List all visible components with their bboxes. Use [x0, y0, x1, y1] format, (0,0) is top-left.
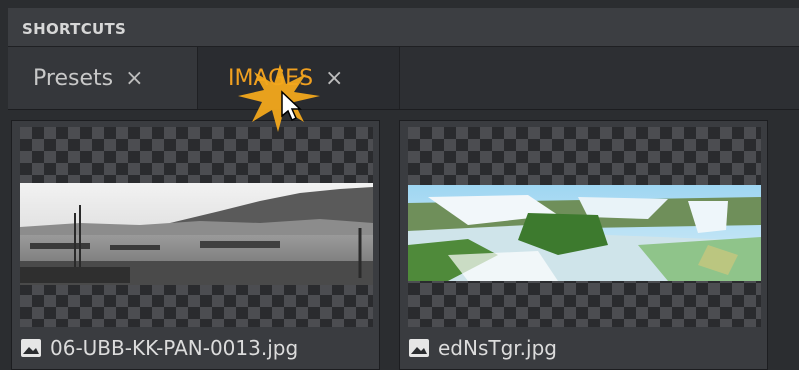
panel-title: SHORTCUTS: [22, 20, 127, 38]
image-caption: 06-UBB-KK-PAN-0013.jpg: [20, 333, 298, 363]
close-icon[interactable]: ×: [325, 66, 343, 91]
image-card[interactable]: edNsTgr.jpg: [399, 120, 768, 370]
image-filename: edNsTgr.jpg: [438, 336, 557, 360]
image-thumbnail[interactable]: [20, 127, 373, 327]
close-icon[interactable]: ×: [125, 66, 143, 91]
tab-images-label: IMAGES: [228, 65, 314, 91]
tab-bar: Presets × IMAGES ×: [8, 47, 799, 110]
image-icon: [20, 338, 42, 358]
waterfall-photo: [408, 185, 761, 281]
tab-presets[interactable]: Presets ×: [8, 47, 198, 109]
image-caption: edNsTgr.jpg: [408, 333, 557, 363]
images-grid: 06-UBB-KK-PAN-0013.jpg edNsTgr.jpg: [8, 110, 799, 370]
tab-images[interactable]: IMAGES ×: [198, 47, 400, 109]
image-card[interactable]: 06-UBB-KK-PAN-0013.jpg: [11, 120, 380, 370]
harbor-photo: [20, 183, 373, 285]
image-filename: 06-UBB-KK-PAN-0013.jpg: [50, 336, 299, 360]
panel-header: SHORTCUTS: [8, 8, 799, 47]
shortcuts-panel: SHORTCUTS Presets × IMAGES × 06-UBB-KK-P…: [8, 8, 799, 370]
tab-presets-label: Presets: [33, 65, 114, 91]
image-thumbnail[interactable]: [408, 127, 761, 327]
image-icon: [408, 338, 430, 358]
